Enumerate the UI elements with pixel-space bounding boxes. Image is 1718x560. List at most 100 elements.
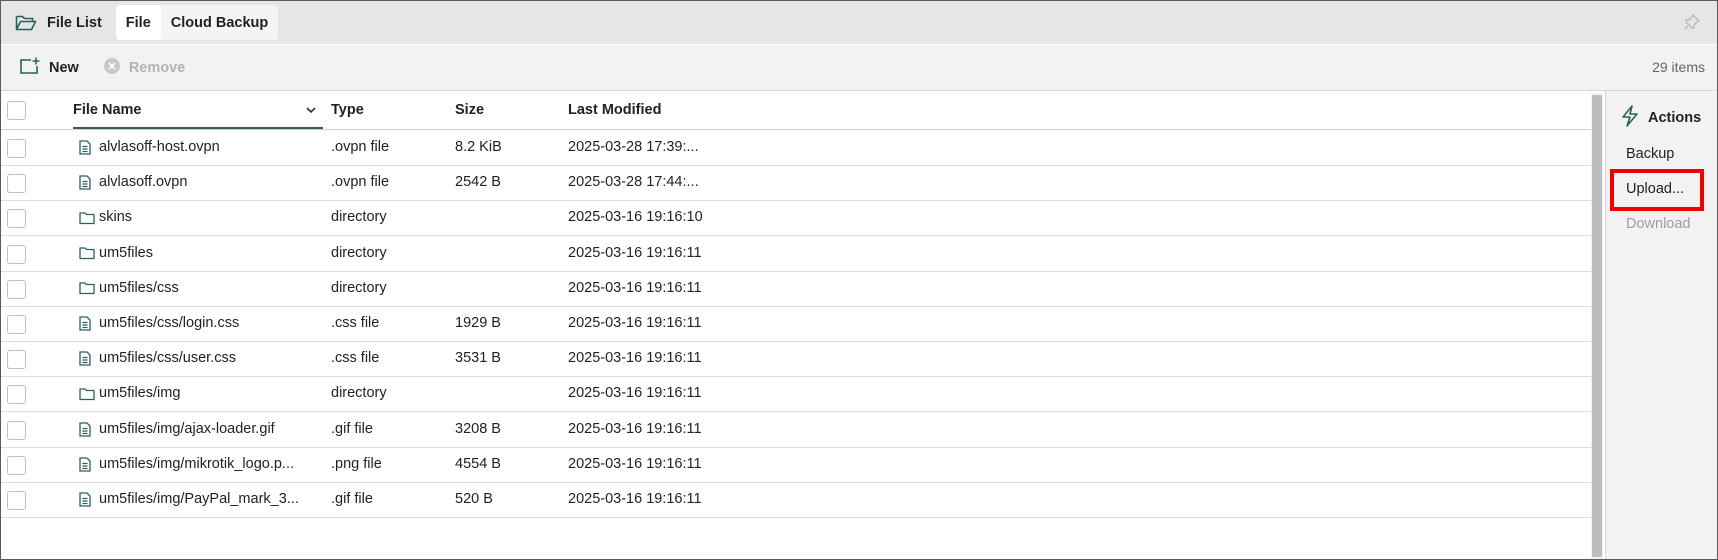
file-name-cell[interactable]: um5files/img/mikrotik_logo.p...: [79, 447, 294, 482]
scrollbar-thumb[interactable]: [1592, 95, 1602, 557]
row-checkbox[interactable]: [7, 315, 26, 334]
file-last-modified: 2025-03-16 19:16:11: [568, 350, 702, 367]
file-size: 8.2 KiB: [455, 139, 502, 155]
remove-icon: [103, 57, 121, 78]
file-type: directory: [331, 209, 387, 226]
file-size: 520 B: [455, 491, 493, 507]
file-name-cell[interactable]: um5files/css: [79, 271, 179, 306]
file-type: directory: [331, 279, 387, 296]
table-row[interactable]: um5files/css/user.css .css file 3531 B 2025…: [1, 341, 1591, 378]
file-type: .css file: [331, 315, 380, 331]
column-header-file-name-label: File Name: [73, 102, 142, 118]
row-checkbox[interactable]: [7, 350, 26, 370]
table-row[interactable]: um5files/img/ajax-loader.gif .gif file 320…: [1, 412, 1591, 448]
file-name: um5files: [99, 244, 153, 261]
backup-action[interactable]: Backup: [1626, 146, 1674, 162]
table-scrollbar[interactable]: [1591, 93, 1603, 559]
row-checkbox[interactable]: [7, 139, 26, 158]
file-last-modified: 2025-03-16 19:16:11: [568, 385, 702, 402]
items-count: 29 items: [1652, 59, 1705, 75]
file-last-modified: 2025-03-16 19:16:11: [568, 279, 702, 296]
row-checkbox[interactable]: [7, 455, 26, 475]
remove-button-label: Remove: [128, 59, 186, 76]
new-button[interactable]: New: [19, 57, 79, 78]
file-type: .gif file: [331, 420, 373, 437]
file-type: .ovpn file: [331, 174, 390, 191]
file-name: alvlasoff.ovpn: [99, 174, 188, 191]
file-size: 2542 B: [455, 174, 501, 191]
file-name: um5files/img/mikrotik_logo.p...: [99, 455, 295, 472]
lightning-icon: [1620, 105, 1640, 130]
row-checkbox[interactable]: [7, 279, 26, 299]
upload-highlight-box: [1610, 169, 1704, 211]
select-all-checkbox[interactable]: [7, 101, 26, 120]
table-row[interactable]: um5files/img/mikrotik_logo.p... .png file…: [1, 447, 1591, 483]
new-file-icon: [19, 57, 41, 78]
table-row[interactable]: um5files/img/PayPal_mark_3... .gif file 52…: [1, 482, 1591, 518]
folder-icon: [79, 387, 95, 401]
file-icon: [79, 492, 95, 507]
column-header-file-name[interactable]: File Name: [73, 91, 323, 129]
file-name: um5files/img/PayPal_mark_3...: [99, 491, 299, 507]
file-type: directory: [331, 385, 387, 402]
file-size: 3208 B: [455, 420, 501, 437]
table-row[interactable]: um5files/css/login.css .css file 1929 B 202…: [1, 306, 1591, 342]
file-name: um5files/img: [99, 385, 181, 402]
table-header: File Name Type Size Last Modified: [1, 91, 1591, 130]
file-last-modified: 2025-03-16 19:16:11: [568, 315, 702, 331]
file-name-cell[interactable]: um5files/img: [79, 376, 180, 411]
file-name-cell[interactable]: skins: [79, 200, 132, 235]
table-row[interactable]: alvlasoff-host.ovpn .ovpn file 8.2 KiB 2025…: [1, 130, 1591, 166]
remove-button[interactable]: Remove: [103, 57, 185, 78]
actions-panel: Actions Backup Upload... Download: [1605, 91, 1717, 559]
row-checkbox[interactable]: [7, 209, 26, 229]
row-checkbox[interactable]: [7, 420, 26, 440]
row-checkbox[interactable]: [7, 174, 26, 194]
file-icon: [79, 316, 95, 331]
toolbar: New Remove 29 items: [1, 45, 1717, 91]
tab-bar: File Cloud Backup: [115, 5, 279, 40]
table-row[interactable]: um5files/img directory 2025-03-16 19:16:11: [1, 376, 1591, 413]
row-checkbox[interactable]: [7, 385, 26, 405]
window-title: File List: [47, 14, 102, 31]
file-last-modified: 2025-03-28 17:44:...: [568, 174, 699, 191]
row-checkbox[interactable]: [7, 491, 26, 510]
actions-header: Actions: [1620, 105, 1701, 130]
file-name-cell[interactable]: um5files: [79, 236, 153, 271]
file-name-cell[interactable]: um5files/img/PayPal_mark_3...: [79, 482, 299, 517]
file-icon: [79, 175, 95, 190]
file-last-modified: 2025-03-16 19:16:11: [568, 420, 702, 437]
table-row[interactable]: um5files directory 2025-03-16 19:16:11: [1, 236, 1591, 272]
file-type: .css file: [331, 350, 380, 367]
file-name-cell[interactable]: um5files/img/ajax-loader.gif: [79, 412, 275, 447]
file-icon: [79, 351, 95, 366]
row-checkbox[interactable]: [7, 244, 26, 264]
file-name-cell[interactable]: um5files/css/user.css: [79, 341, 236, 376]
column-header-type[interactable]: Type: [331, 91, 364, 129]
file-name: um5files/css/login.css: [99, 315, 240, 331]
file-icon: [79, 421, 95, 437]
pin-icon[interactable]: [1683, 13, 1701, 34]
file-name-cell[interactable]: um5files/css/login.css: [79, 306, 239, 341]
table-row[interactable]: skins directory 2025-03-16 19:16:10: [1, 200, 1591, 237]
file-list-window: File List File Cloud Backup New Remove 2…: [0, 0, 1718, 560]
table-row[interactable]: um5files/css directory 2025-03-16 19:16:11: [1, 271, 1591, 307]
file-name: um5files/img/ajax-loader.gif: [99, 420, 275, 437]
file-type: .ovpn file: [331, 139, 390, 155]
file-last-modified: 2025-03-28 17:39:...: [568, 139, 699, 155]
column-header-last-modified[interactable]: Last Modified: [568, 91, 661, 129]
download-action[interactable]: Download: [1626, 216, 1691, 232]
file-name-cell[interactable]: alvlasoff-host.ovpn: [79, 130, 220, 165]
file-table: File Name Type Size Last Modified alvlas…: [1, 91, 1591, 559]
file-name: um5files/css: [99, 279, 179, 296]
tab-cloud-backup[interactable]: Cloud Backup: [161, 5, 278, 40]
actions-title: Actions: [1648, 109, 1702, 126]
column-header-size[interactable]: Size: [455, 91, 484, 129]
file-icon: [79, 140, 95, 155]
tab-file[interactable]: File: [115, 5, 161, 40]
chevron-down-icon[interactable]: [305, 91, 317, 129]
file-icon: [79, 457, 95, 472]
table-row[interactable]: alvlasoff.ovpn .ovpn file 2542 B 2025-03-28…: [1, 165, 1591, 202]
file-name-cell[interactable]: alvlasoff.ovpn: [79, 165, 187, 200]
file-last-modified: 2025-03-16 19:16:11: [568, 244, 702, 261]
